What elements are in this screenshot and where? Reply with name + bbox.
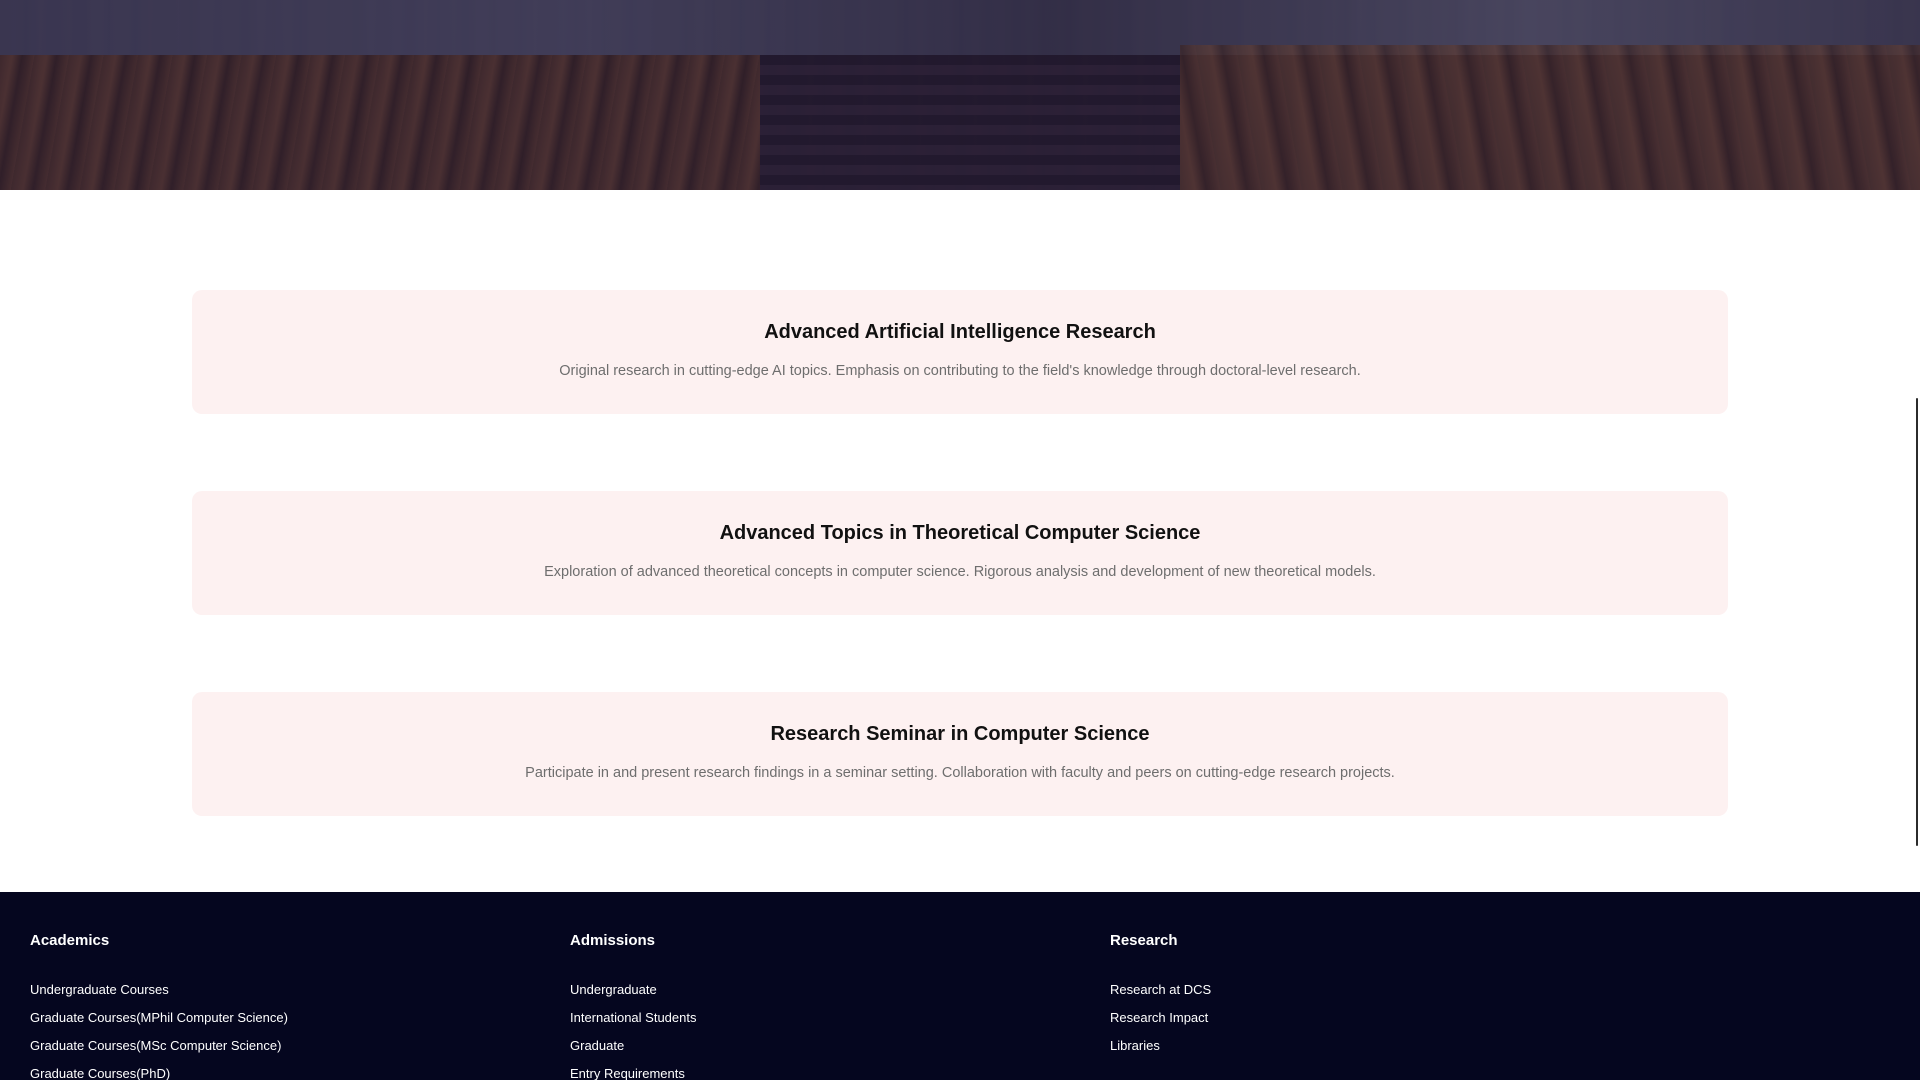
footer-link-graduate-phd[interactable]: Graduate Courses(PhD)	[30, 1066, 550, 1080]
footer-link-entry-requirements[interactable]: Entry Requirements	[570, 1066, 1090, 1080]
course-card: Research Seminar in Computer Science Par…	[192, 692, 1728, 816]
course-description: Original research in cutting-edge AI top…	[559, 363, 1361, 379]
hero-dark-overlay	[0, 0, 1920, 190]
footer-link-undergraduate[interactable]: Undergraduate	[570, 982, 1090, 998]
footer-heading: Research	[1110, 932, 1178, 949]
page-scrollbar[interactable]	[1914, 0, 1920, 1080]
footer-link-research-at-dcs[interactable]: Research at DCS	[1110, 982, 1630, 998]
footer-link-graduate-msc[interactable]: Graduate Courses(MSc Computer Science)	[30, 1038, 550, 1054]
course-card: Advanced Artificial Intelligence Researc…	[192, 290, 1728, 414]
footer-column-admissions: Admissions Undergraduate International S…	[570, 932, 1090, 1080]
course-list: Advanced Artificial Intelligence Researc…	[192, 290, 1728, 893]
course-description: Exploration of advanced theoretical conc…	[544, 564, 1376, 580]
course-description: Participate in and present research find…	[525, 765, 1395, 781]
footer-link-libraries[interactable]: Libraries	[1110, 1038, 1630, 1054]
course-title: Advanced Artificial Intelligence Researc…	[764, 321, 1156, 343]
footer-heading: Admissions	[570, 932, 656, 949]
footer-link-graduate-mphil[interactable]: Graduate Courses(MPhil Computer Science)	[30, 1010, 550, 1026]
footer-heading: Academics	[30, 932, 110, 949]
footer-link-graduate[interactable]: Graduate	[570, 1038, 1090, 1054]
scrollbar-thumb[interactable]	[1916, 398, 1918, 846]
course-title: Research Seminar in Computer Science	[770, 723, 1150, 745]
course-title: Advanced Topics in Theoretical Computer …	[719, 522, 1201, 544]
hero-banner-image	[0, 0, 1920, 190]
footer-link-international-students[interactable]: International Students	[570, 1010, 1090, 1026]
course-card: Advanced Topics in Theoretical Computer …	[192, 491, 1728, 615]
site-footer: Academics Undergraduate Courses Graduate…	[0, 892, 1920, 1080]
footer-link-research-impact[interactable]: Research Impact	[1110, 1010, 1630, 1026]
footer-column-research: Research Research at DCS Research Impact…	[1110, 932, 1630, 1066]
page: Advanced Artificial Intelligence Researc…	[0, 0, 1920, 1080]
footer-column-academics: Academics Undergraduate Courses Graduate…	[30, 932, 550, 1080]
footer-link-undergraduate-courses[interactable]: Undergraduate Courses	[30, 982, 550, 998]
